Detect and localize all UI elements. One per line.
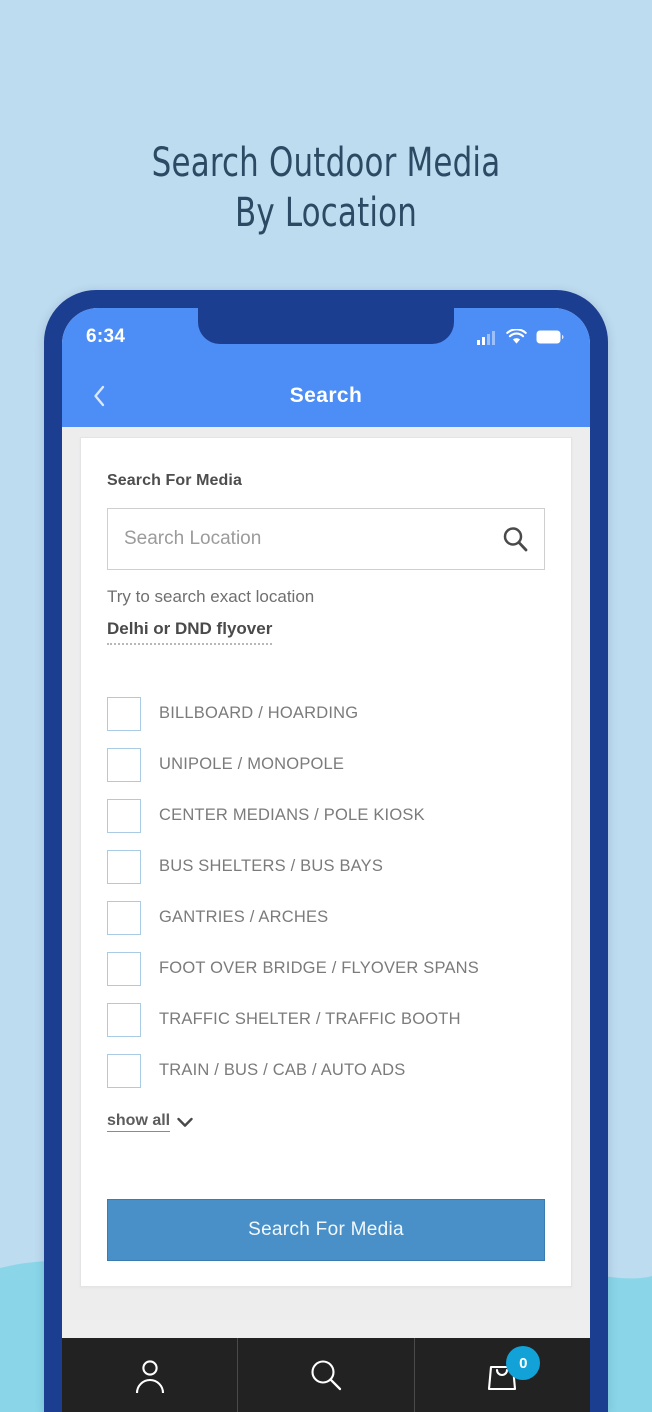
app-header: Search — [62, 364, 590, 427]
phone-notch — [198, 308, 454, 344]
search-location-box[interactable] — [107, 508, 545, 570]
media-type-label: BILLBOARD / HOARDING — [159, 704, 359, 722]
phone-mockup-frame: 6:34 Search Search For Media Search Loca… — [44, 290, 608, 1412]
media-type-label: UNIPOLE / MONOPOLE — [159, 755, 345, 773]
back-button[interactable] — [84, 381, 114, 411]
media-type-row[interactable]: UNIPOLE / MONOPOLE — [107, 739, 545, 790]
phone-screen: 6:34 Search Search For Media Search Loca… — [62, 308, 590, 1412]
page-title-line-1: Search Outdoor Media — [151, 140, 501, 186]
media-type-checkbox[interactable] — [107, 747, 141, 782]
bottom-navigation-bar: 0 — [62, 1338, 590, 1412]
media-type-row[interactable]: TRAIN / BUS / CAB / AUTO ADS — [107, 1045, 545, 1096]
media-type-checkbox[interactable] — [107, 798, 141, 833]
media-type-label: FOOT OVER BRIDGE / FLYOVER SPANS — [159, 959, 479, 977]
media-type-label: CENTER MEDIANS / POLE KIOSK — [159, 806, 425, 824]
page-title-line-2: By Location — [234, 190, 418, 236]
search-hint: Try to search exact location — [107, 587, 315, 606]
show-all-label: show all — [107, 1112, 171, 1132]
media-type-row[interactable]: FOOT OVER BRIDGE / FLYOVER SPANS — [107, 943, 545, 994]
show-all-toggle[interactable]: show all — [107, 1112, 193, 1132]
nav-item-cart[interactable]: 0 — [413, 1338, 590, 1412]
cart-badge: 0 — [506, 1346, 541, 1380]
search-icon-glyph — [503, 527, 528, 552]
chevron-down-icon — [177, 1117, 193, 1127]
nav-item-search[interactable] — [237, 1338, 413, 1412]
app-content-area: Search For Media Try to search exact loc… — [62, 427, 590, 1320]
signal-icon — [477, 330, 495, 345]
status-bar-icons — [477, 329, 564, 345]
search-for-media-button[interactable]: Search For Media — [107, 1199, 545, 1261]
nav-item-profile[interactable] — [62, 1338, 237, 1412]
media-type-row[interactable]: BILLBOARD / HOARDING — [107, 688, 545, 739]
wifi-icon — [506, 329, 527, 344]
search-input[interactable] — [124, 528, 528, 550]
media-type-row[interactable]: CENTER MEDIANS / POLE KIOSK — [107, 790, 545, 841]
search-form-label: Search For Media — [107, 472, 242, 489]
search-hint-example[interactable]: Delhi or DND flyover — [107, 619, 273, 645]
media-type-checkbox[interactable] — [107, 849, 141, 884]
media-type-checkbox[interactable] — [107, 1002, 141, 1037]
media-type-row[interactable]: TRAFFIC SHELTER / TRAFFIC BOOTH — [107, 994, 545, 1045]
media-type-label: BUS SHELTERS / BUS BAYS — [159, 857, 384, 875]
page-title: Search Outdoor Media By Location — [46, 138, 607, 238]
battery-icon — [536, 330, 564, 344]
media-type-label: TRAIN / BUS / CAB / AUTO ADS — [159, 1061, 406, 1079]
media-type-checkbox[interactable] — [107, 900, 141, 935]
search-card: Search For Media Try to search exact loc… — [80, 437, 572, 1287]
search-icon — [311, 1360, 342, 1391]
media-type-checkbox[interactable] — [107, 1053, 141, 1088]
media-type-row[interactable]: GANTRIES / ARCHES — [107, 892, 545, 943]
media-type-label: GANTRIES / ARCHES — [159, 908, 329, 926]
media-type-label: TRAFFIC SHELTER / TRAFFIC BOOTH — [159, 1010, 461, 1028]
media-type-checkbox[interactable] — [107, 696, 141, 731]
media-type-list: BILLBOARD / HOARDING UNIPOLE / MONOPOLE CE… — [107, 688, 545, 1096]
media-type-row[interactable]: BUS SHELTERS / BUS BAYS — [107, 841, 545, 892]
app-header-title: Search — [289, 383, 363, 407]
chevron-left-icon — [94, 385, 105, 406]
search-icon[interactable] — [500, 524, 530, 554]
person-icon — [135, 1360, 164, 1394]
media-type-checkbox[interactable] — [107, 951, 141, 986]
status-bar-time: 6:34 — [86, 326, 126, 347]
